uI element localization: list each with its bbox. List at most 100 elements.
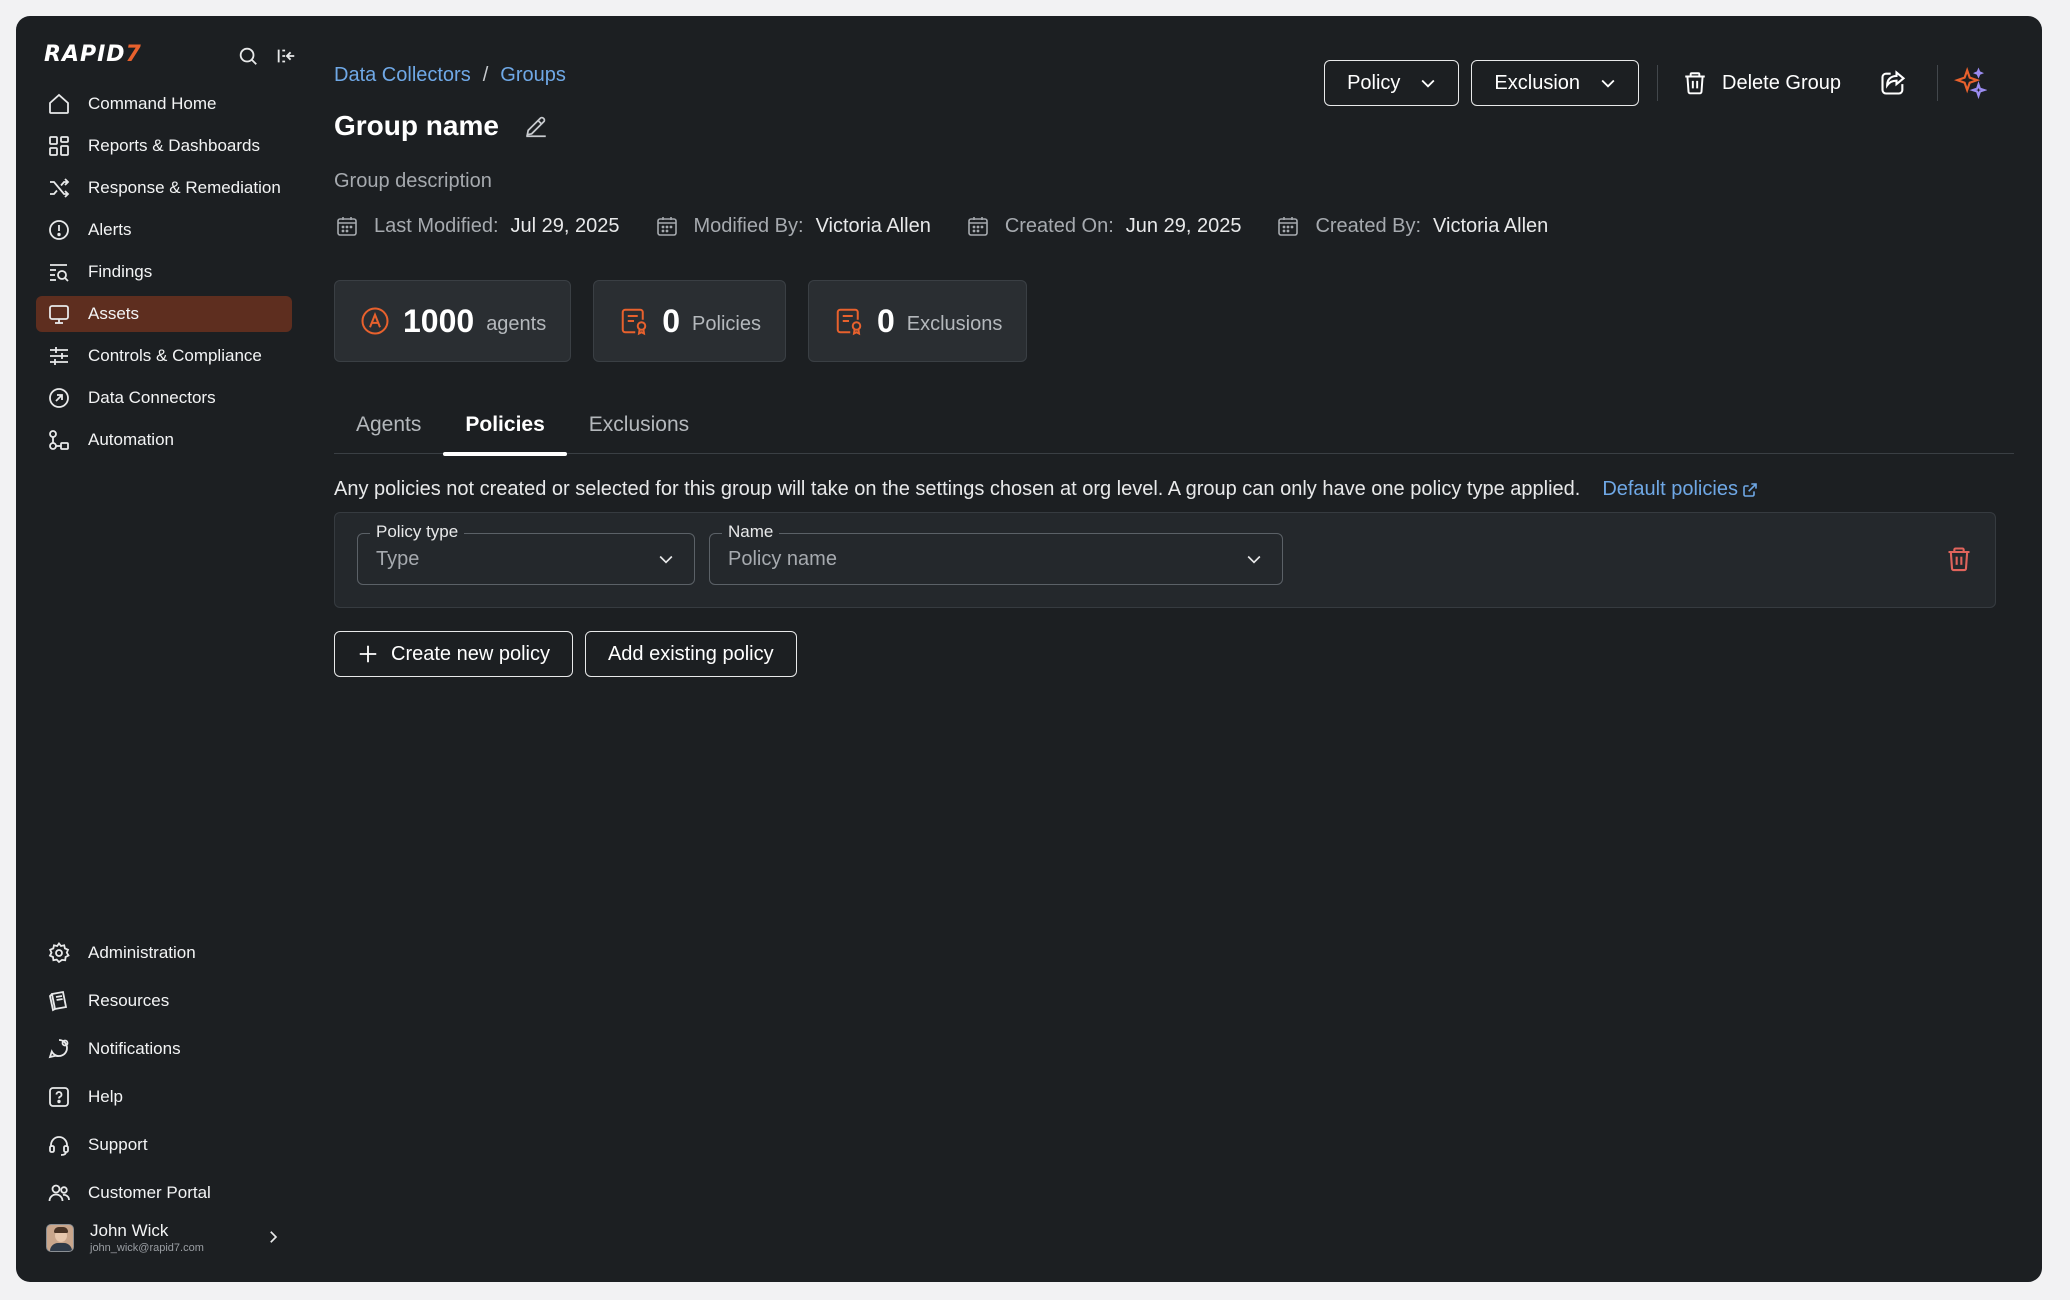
exclusion-dropdown-button[interactable]: Exclusion [1471,60,1640,106]
sidebar-item-customer-portal[interactable]: Customer Portal [36,1173,292,1213]
sidebar-item-support[interactable]: Support [36,1125,292,1165]
policy-dropdown-button[interactable]: Policy [1324,60,1460,106]
delete-policy-icon[interactable] [1945,545,1973,578]
sidebar-item-label: Findings [88,262,153,281]
policy-info-text: Any policies not created or selected for… [334,478,1581,500]
chevron-right-icon [264,1228,282,1251]
chevron-down-icon [1244,549,1264,574]
policy-row: Policy type Type Name Policy name [334,512,1996,608]
agent-icon [359,305,391,337]
sidebar-item-command-home[interactable]: Command Home [36,86,292,122]
sidebar-item-label: Administration [88,943,196,962]
chevron-down-icon [1418,73,1438,93]
chevron-down-icon [1598,73,1618,93]
stat-unit: agents [486,312,547,335]
sidebar-item-automation[interactable]: Automation [36,422,292,458]
sidebar-item-notifications[interactable]: Notifications [36,1029,292,1069]
tab-exclusions[interactable]: Exclusions [567,396,711,454]
chevron-down-icon [656,549,676,574]
meta-value: Victoria Allen [1433,214,1549,237]
policy-type-select[interactable]: Policy type Type [357,522,695,585]
bell-icon [46,1036,72,1062]
exclusion-icon [833,305,865,337]
stat-value: 0 [662,302,681,339]
created-on: Created On: Jun 29, 2025 [965,213,1242,239]
sidebar-item-response[interactable]: Response & Remediation [36,170,292,206]
user-name: John Wick [90,1221,169,1240]
created-by: Created By: Victoria Allen [1275,213,1548,239]
collapse-sidebar-icon[interactable] [272,42,300,70]
add-existing-policy-label: Add existing policy [607,642,774,665]
sidebar-item-label: Automation [88,430,174,449]
tab-bar: Agents Policies Exclusions [334,396,2014,456]
meta-value: Victoria Allen [815,214,931,237]
user-email: john_wick@rapid7.com [90,1242,204,1254]
sidebar-item-label: Resources [88,991,170,1010]
sidebar-item-label: Alerts [88,220,132,239]
meta-label: Created On: [1004,214,1114,237]
sidebar-item-findings[interactable]: Findings [36,254,292,290]
sidebar-item-label: Controls & Compliance [88,346,262,365]
metadata-row: Last Modified: Jul 29, 2025 Modified By:… [334,213,1582,239]
policy-info: Any policies not created or selected for… [334,478,1758,501]
sidebar-item-help[interactable]: Help [36,1077,292,1117]
add-existing-policy-button[interactable]: Add existing policy [584,631,797,677]
create-new-policy-button[interactable]: Create new policy [334,631,573,677]
tab-agents[interactable]: Agents [334,396,443,454]
meta-value: Jun 29, 2025 [1125,214,1242,237]
meta-label: Last Modified: [374,214,499,237]
default-policies-link[interactable]: Default policies [1602,478,1758,501]
rapid7-logo[interactable]: RAPID7 [44,42,142,67]
user-profile[interactable]: John Wick john_wick@rapid7.com [36,1216,292,1260]
trash-icon [1682,70,1708,96]
delete-group-button[interactable]: Delete Group [1682,70,1841,96]
divider [1937,65,1938,101]
tab-policies[interactable]: Policies [443,396,568,456]
pencil-icon[interactable] [521,111,551,141]
sidebar-item-administration[interactable]: Administration [36,933,292,973]
calendar-icon [965,213,991,239]
create-new-policy-label: Create new policy [391,642,550,665]
breadcrumb-groups[interactable]: Groups [500,64,566,87]
sidebar-item-reports[interactable]: Reports & Dashboards [36,128,292,164]
sidebar-item-label: Notifications [88,1039,181,1058]
sidebar-item-alerts[interactable]: Alerts [36,212,292,248]
stat-agents: 1000 agents [334,280,572,362]
share-icon[interactable] [1875,65,1911,101]
resources-icon [46,988,72,1014]
external-link-icon [1742,482,1758,498]
sidebar-item-label: Assets [88,304,140,323]
shuffle-icon [46,175,72,201]
sidebar-item-label: Data Connectors [88,388,216,407]
page-title: Group name [334,110,499,141]
search-icon[interactable] [234,42,262,70]
sidebar-item-data-connectors[interactable]: Data Connectors [36,380,292,416]
delete-group-label: Delete Group [1722,71,1841,94]
group-description: Group description [334,170,492,192]
sidebar-item-assets[interactable]: Assets [36,296,292,332]
sidebar-item-controls[interactable]: Controls & Compliance [36,338,292,374]
divider [1657,65,1659,101]
policy-type-value: Type [376,548,420,570]
policy-name-select[interactable]: Name Policy name [709,522,1283,585]
stat-unit: Policies [692,312,761,335]
sidebar: RAPID7 Command Home Reports & Dashboards… [16,16,306,1282]
default-policies-label: Default policies [1602,478,1738,500]
stats-row: 1000 agents 0 Policies 0 Exclusions [334,280,1049,362]
sidebar-item-resources[interactable]: Resources [36,981,292,1021]
findings-icon [46,259,72,285]
app-window: RAPID7 Command Home Reports & Dashboards… [16,16,2042,1282]
connector-icon [46,385,72,411]
users-icon [46,1180,72,1206]
policy-dropdown-label: Policy [1347,71,1401,94]
breadcrumb-data-collectors[interactable]: Data Collectors [334,64,471,87]
calendar-icon [334,213,360,239]
sidebar-bottom-nav: Administration Resources Notifications H… [36,933,292,1221]
alert-icon [46,217,72,243]
stat-policies: 0 Policies [593,280,786,362]
last-modified: Last Modified: Jul 29, 2025 [334,213,620,239]
stat-exclusions: 0 Exclusions [807,280,1028,362]
monitor-icon [46,301,72,327]
ai-sparkle-icon[interactable] [1952,65,1988,101]
breadcrumb-separator: / [482,64,489,86]
